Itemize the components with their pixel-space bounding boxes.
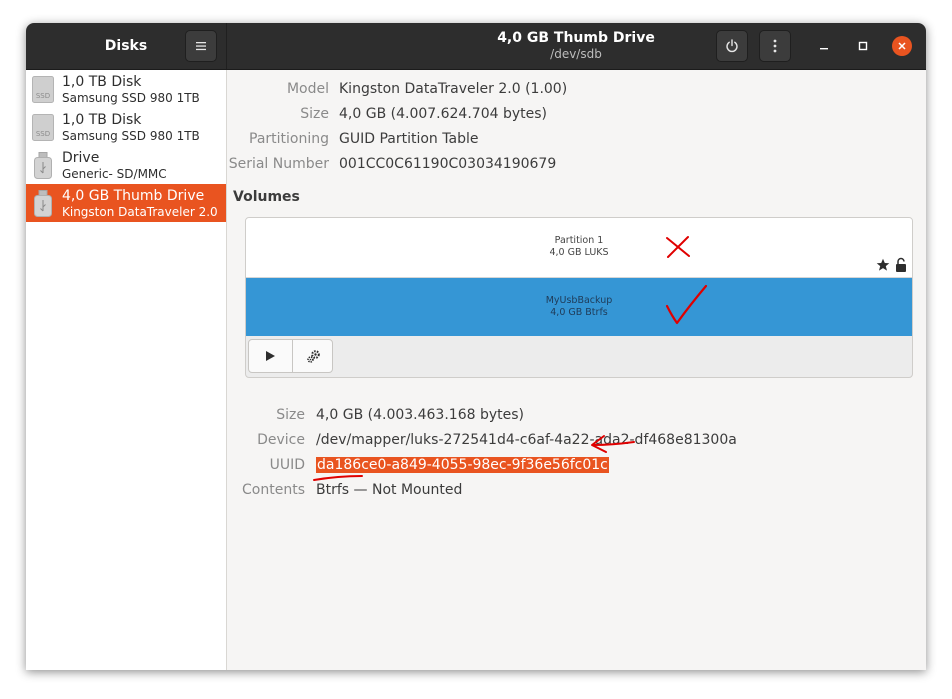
partition-detail: 4,0 GB LUKS xyxy=(549,247,609,258)
filesystem-type: Btrfs xyxy=(316,482,350,498)
device-value: /dev/mapper/luks-272541d4-c6af-4a22-ada2… xyxy=(316,432,737,448)
volume-toolbar xyxy=(248,339,333,373)
disk-item-ssd-2[interactable]: SSD 1,0 TB Disk Samsung SSD 980 1TB xyxy=(26,108,226,146)
ssd-drive-icon: SSD xyxy=(32,76,54,103)
disks-window: Disks 4,0 GB Thumb Drive /dev/sdb SSD 1,… xyxy=(26,23,926,670)
gears-icon xyxy=(307,350,320,363)
disk-model: Kingston DataTraveler 2.0 xyxy=(62,205,218,219)
partition-name: MyUsbBackup xyxy=(545,295,613,306)
uuid-selection[interactable]: da186ce0-a849-4055-98ec-9f36e56fc01c xyxy=(316,457,609,473)
drive-menu-button[interactable] xyxy=(759,30,791,62)
vertical-dots-icon xyxy=(773,39,777,53)
uuid-value[interactable]: da186ce0-a849-4055-98ec-9f36e56fc01c xyxy=(316,457,609,473)
window-title: 4,0 GB Thumb Drive xyxy=(497,30,655,46)
partition-name: Partition 1 xyxy=(554,235,604,246)
partition-options-button[interactable] xyxy=(293,340,332,372)
lock-icon xyxy=(896,257,906,272)
ssd-icon-label: SSD xyxy=(36,92,50,100)
volume-map: Partition 1 4,0 GB LUKS MyUsbBackup 4,0 … xyxy=(245,217,913,378)
contents-value: Btrfs — Not Mounted xyxy=(316,482,462,498)
header-divider xyxy=(226,23,227,69)
model-label: Model xyxy=(286,81,329,97)
disk-model: Samsung SSD 980 1TB xyxy=(62,91,200,105)
play-icon xyxy=(266,351,275,361)
volume-size-label: Size xyxy=(276,407,305,423)
usb-drive-icon xyxy=(34,190,52,217)
ssd-icon-label: SSD xyxy=(36,130,50,138)
partition-btrfs[interactable]: MyUsbBackup 4,0 GB Btrfs xyxy=(246,278,912,336)
header-bar: Disks 4,0 GB Thumb Drive /dev/sdb xyxy=(26,23,926,70)
disk-item-thumb-drive[interactable]: 4,0 GB Thumb Drive Kingston DataTraveler… xyxy=(26,184,226,222)
size-label: Size xyxy=(300,106,329,122)
partition-detail: 4,0 GB Btrfs xyxy=(550,307,608,318)
disk-name: 1,0 TB Disk xyxy=(62,74,142,90)
maximize-icon xyxy=(858,41,868,51)
disk-name: Drive xyxy=(62,150,100,166)
size-value: 4,0 GB (4.007.624.704 bytes) xyxy=(339,106,547,122)
model-value: Kingston DataTraveler 2.0 (1.00) xyxy=(339,81,568,97)
device-label: Device xyxy=(257,432,305,448)
volume-size-value: 4,0 GB (4.003.463.168 bytes) xyxy=(316,407,524,423)
disk-name: 1,0 TB Disk xyxy=(62,112,142,128)
usb-drive-icon xyxy=(34,152,52,179)
hamburger-menu-icon xyxy=(196,42,206,51)
disk-model: Samsung SSD 980 1TB xyxy=(62,129,200,143)
window-subtitle: /dev/sdb xyxy=(550,47,602,61)
uuid-label: UUID xyxy=(269,457,305,473)
close-circle xyxy=(892,36,912,56)
partitioning-value: GUID Partition Table xyxy=(339,131,479,147)
serial-number-value: 001CC0C61190C03034190679 xyxy=(339,156,557,172)
contents-label: Contents xyxy=(242,482,305,498)
mount-status: — Not Mounted xyxy=(349,482,463,498)
menu-button[interactable] xyxy=(185,30,217,62)
minimize-icon xyxy=(820,48,828,50)
minimize-button[interactable] xyxy=(814,36,834,56)
drive-details: Model Kingston DataTraveler 2.0 (1.00) S… xyxy=(227,70,926,670)
close-button[interactable] xyxy=(892,36,912,56)
disk-item-ssd-1[interactable]: SSD 1,0 TB Disk Samsung SSD 980 1TB xyxy=(26,70,226,108)
ssd-drive-icon: SSD xyxy=(32,114,54,141)
mount-button[interactable] xyxy=(249,340,291,372)
partition-luks[interactable]: Partition 1 4,0 GB LUKS xyxy=(246,218,912,278)
partitioning-label: Partitioning xyxy=(249,131,329,147)
disk-item-sd-card[interactable]: Drive Generic- SD/MMC xyxy=(26,146,226,184)
power-off-button[interactable] xyxy=(716,30,748,62)
volumes-heading: Volumes xyxy=(233,189,300,205)
disk-model: Generic- SD/MMC xyxy=(62,167,167,181)
disk-name: 4,0 GB Thumb Drive xyxy=(62,188,205,204)
maximize-button[interactable] xyxy=(853,36,873,56)
power-icon xyxy=(726,39,738,53)
star-icon xyxy=(876,258,890,271)
disk-list-sidebar: SSD 1,0 TB Disk Samsung SSD 980 1TB SSD … xyxy=(26,70,227,670)
serial-number-label: Serial Number xyxy=(228,156,329,172)
close-icon xyxy=(898,42,906,50)
